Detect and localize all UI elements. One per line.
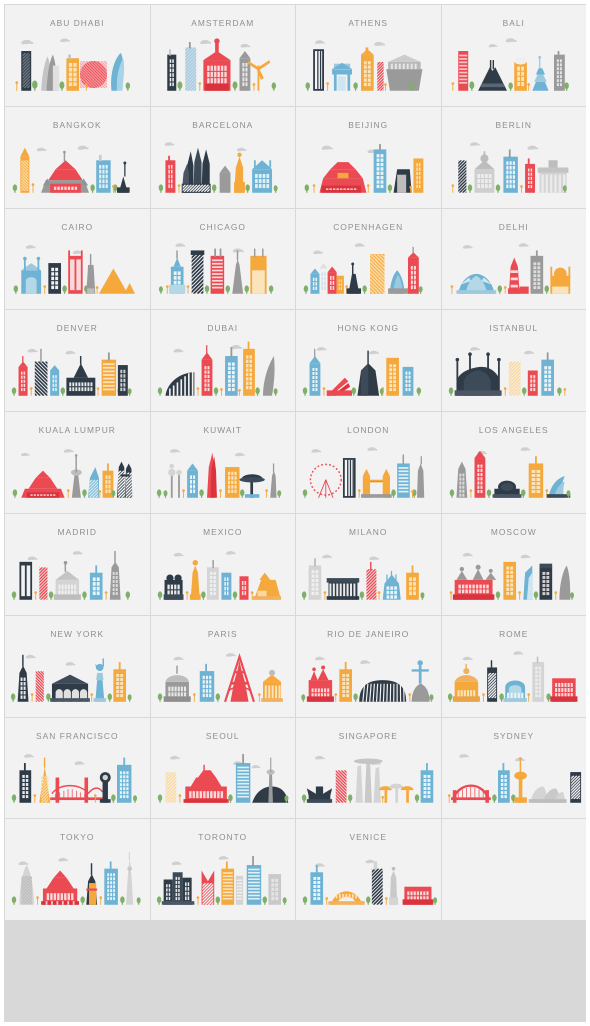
skyline-illustration [296,227,441,301]
city-cell-mexico[interactable]: MEXICO [150,514,296,615]
skyline-illustration [296,24,441,98]
city-skyline-grid: ABU DHABI AMSTERDAM ATHENS BALI BANGKOK BARCE… [4,4,586,1022]
skyline-illustration [296,635,441,709]
skyline-illustration [5,126,150,200]
city-cell-tokyo[interactable]: TOKYO [5,819,150,921]
skyline-illustration [151,736,296,810]
city-cell-venice[interactable]: VENICE [296,819,441,921]
city-cell-berlin[interactable]: BERLIN [441,106,587,208]
skyline-illustration [151,24,296,98]
skyline-illustration [442,736,587,810]
city-cell-copenhagen[interactable]: COPENHAGEN [296,208,441,310]
skyline-illustration [296,838,441,912]
skyline-illustration [151,126,296,200]
skyline-illustration [5,838,150,912]
skyline-illustration [296,533,441,607]
skyline-illustration [296,431,441,505]
city-cell-denver[interactable]: DENVER [5,310,150,412]
city-cell-rio-de-janeiro[interactable]: RIO DE JANEIRO [296,615,441,717]
city-cell-toronto[interactable]: TORONTO [150,819,296,921]
skyline-illustration [442,227,587,301]
skyline-illustration [5,24,150,98]
city-cell-new-york[interactable]: NEW YORK [5,615,150,717]
city-cell-dubai[interactable]: DUBAI [150,310,296,412]
city-cell-kuwait[interactable]: KUWAIT [150,412,296,513]
city-cell-chicago[interactable]: CHICAGO [150,208,296,310]
skyline-illustration [151,635,296,709]
city-cell-kuala-lumpur[interactable]: KUALA LUMPUR [5,412,150,513]
city-cell-empty [441,819,586,921]
city-cell-bali[interactable]: BALI [441,5,587,106]
skyline-illustration [5,533,150,607]
city-cell-san-francisco[interactable]: SAN FRANCISCO [5,717,150,819]
skyline-illustration [5,329,150,403]
skyline-illustration [442,24,587,98]
city-cell-athens[interactable]: ATHENS [296,5,441,106]
skyline-illustration [151,431,296,505]
skyline-illustration [296,329,441,403]
city-cell-bangkok[interactable]: BANGKOK [5,106,150,208]
city-cell-london[interactable]: LONDON [296,412,441,513]
city-cell-seoul[interactable]: SEOUL [150,717,296,819]
city-cell-sydney[interactable]: SYDNEY [441,717,587,819]
city-cell-delhi[interactable]: DELHI [441,208,587,310]
skyline-illustration [151,533,296,607]
city-cell-milano[interactable]: MILANO [296,514,441,615]
city-cell-los-angeles[interactable]: LOS ANGELES [441,412,587,513]
city-cell-madrid[interactable]: MADRID [5,514,150,615]
city-cell-hong-kong[interactable]: HONG KONG [296,310,441,412]
skyline-illustration [442,431,587,505]
city-cell-istanbul[interactable]: ISTANBUL [441,310,587,412]
skyline-illustration [296,736,441,810]
skyline-illustration [151,227,296,301]
skyline-illustration [151,329,296,403]
skyline-illustration [442,635,587,709]
city-cell-singapore[interactable]: SINGAPORE [296,717,441,819]
skyline-illustration [5,736,150,810]
skyline-illustration [442,126,587,200]
skyline-illustration [296,126,441,200]
skyline-illustration [442,533,587,607]
skyline-illustration [442,329,587,403]
skyline-illustration [5,431,150,505]
city-cell-cairo[interactable]: CAIRO [5,208,150,310]
skyline-illustration [151,838,296,912]
city-cell-barcelona[interactable]: BARCELONA [150,106,296,208]
skyline-illustration [5,635,150,709]
skyline-illustration [5,227,150,301]
city-cell-rome[interactable]: ROME [441,615,587,717]
city-cell-amsterdam[interactable]: AMSTERDAM [150,5,296,106]
city-cell-beijing[interactable]: BEIJING [296,106,441,208]
city-cell-abu-dhabi[interactable]: ABU DHABI [5,5,150,106]
city-cell-paris[interactable]: PARIS [150,615,296,717]
city-cell-moscow[interactable]: MOSCOW [441,514,587,615]
